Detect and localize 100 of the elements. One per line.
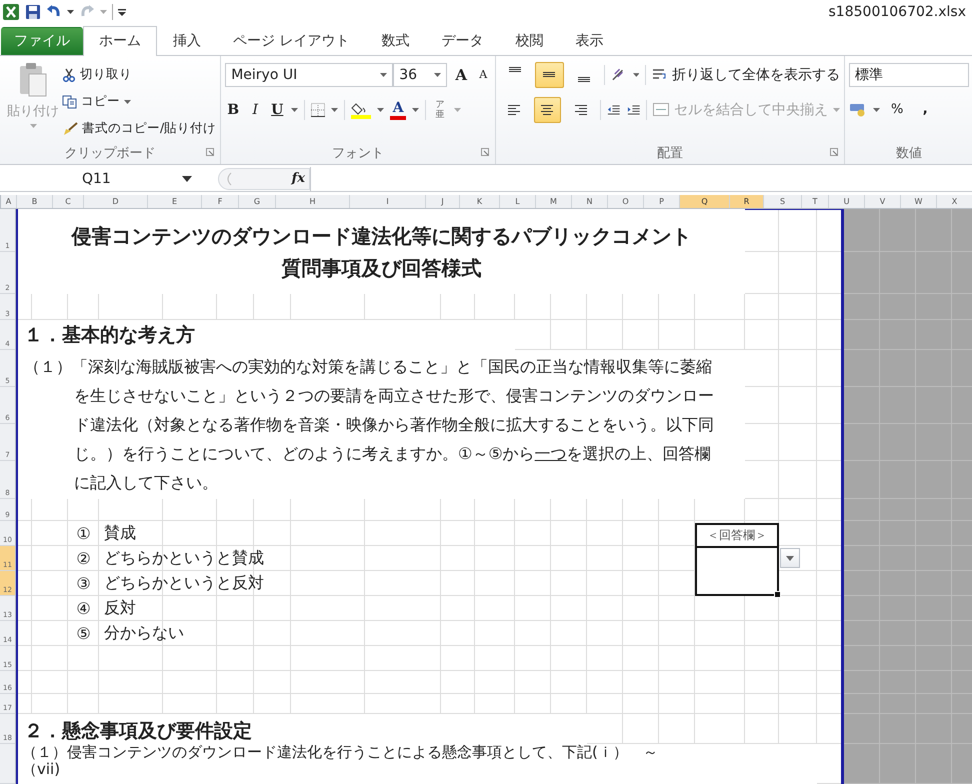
group-label: 数値 [896, 144, 922, 162]
merge-cells-icon [653, 103, 670, 116]
decrease-indent-icon[interactable] [607, 104, 621, 116]
dialog-launcher-icon[interactable] [481, 148, 490, 156]
column-header[interactable]: B [17, 195, 53, 208]
column-header[interactable]: S [764, 195, 802, 208]
column-header[interactable]: X [937, 195, 972, 208]
column-header[interactable]: E [148, 195, 202, 208]
fill-handle[interactable] [774, 591, 781, 598]
option-label: どちらかというと賛成 [103, 548, 265, 570]
font-color-button[interactable]: A [390, 100, 406, 120]
column-header[interactable]: V [865, 195, 901, 208]
phonetic-guide-button[interactable]: ア 亜 [432, 98, 448, 121]
ribbon-tab[interactable]: 表示 [559, 26, 620, 55]
caret-icon[interactable] [291, 108, 298, 112]
answer-cell[interactable] [695, 546, 779, 596]
section-heading: １．基本的な考え方 [18, 320, 515, 350]
column-header[interactable]: H [276, 195, 350, 208]
column-header[interactable]: G [239, 195, 276, 208]
ribbon-tab[interactable]: ページ レイアウト [217, 26, 366, 55]
column-header[interactable]: T [802, 195, 829, 208]
dialog-launcher-icon[interactable] [206, 148, 214, 156]
font-style-button[interactable]: B [225, 98, 242, 121]
column-header[interactable]: R [730, 195, 764, 208]
spreadsheet-app-icon[interactable] [2, 3, 20, 22]
dropdown-button[interactable] [780, 548, 800, 568]
grow-font-button[interactable]: A [453, 64, 470, 86]
ribbon-tab[interactable]: データ [425, 26, 500, 55]
fill-color-icon[interactable] [351, 100, 372, 119]
column-header[interactable]: U [829, 195, 865, 208]
clipboard-action-button[interactable]: 書式のコピー/貼り付け [62, 118, 216, 140]
column-header[interactable]: Q [680, 195, 730, 208]
caret-icon [786, 556, 794, 561]
column-header[interactable]: W [901, 195, 937, 208]
column-header[interactable]: K [460, 195, 500, 208]
comma-style-button[interactable]: , [914, 98, 936, 121]
shrink-font-button[interactable]: A [475, 64, 492, 86]
scissors-icon [62, 68, 76, 82]
font-name-dropdown[interactable]: Meiryo UI [225, 62, 394, 87]
caret-icon[interactable] [67, 10, 74, 14]
column-header[interactable]: M [536, 195, 572, 208]
caret-icon[interactable] [873, 108, 880, 112]
alignment-icon [540, 104, 554, 116]
option-number: ⑤ [76, 624, 91, 644]
caret-icon[interactable] [331, 108, 338, 112]
group-label: クリップボード [64, 144, 156, 162]
ribbon-tab[interactable]: ホーム [83, 26, 157, 56]
column-header[interactable]: F [202, 195, 239, 208]
clipboard-action-button[interactable]: コピー [62, 90, 216, 113]
group-label: フォント [332, 144, 384, 162]
percent-style-button[interactable]: % [886, 98, 908, 121]
window-title: s18500106702.xlsx [828, 4, 966, 20]
column-header[interactable]: I [350, 195, 426, 208]
align-center-button[interactable] [534, 96, 561, 123]
caret-icon[interactable] [377, 108, 384, 112]
alignment-icon [506, 104, 521, 116]
save-icon[interactable] [25, 4, 41, 20]
column-header[interactable]: A [1, 195, 17, 208]
clipboard-action-button[interactable]: 切り取り [62, 64, 216, 86]
alignment-icon [508, 67, 522, 72]
ribbon-tab[interactable]: 校閲 [499, 26, 560, 55]
increase-indent-icon[interactable] [626, 104, 640, 116]
copy-icon [62, 94, 77, 109]
section-heading: ２．懸念事項及び要件設定 [18, 714, 587, 744]
border-icon[interactable] [311, 102, 326, 117]
paintbrush-icon [62, 122, 78, 136]
caret-icon[interactable] [412, 108, 420, 112]
number-format-dropdown[interactable]: 標準 [849, 62, 970, 87]
column-header[interactable]: L [500, 195, 536, 208]
font-style-button[interactable]: I [247, 98, 264, 121]
wrap-text-button[interactable]: 折り返して全体を表示する [652, 66, 840, 84]
ribbon-tab[interactable]: 数式 [365, 26, 426, 55]
option-label: 反対 [103, 598, 137, 620]
alignment-icon [577, 77, 592, 82]
caret-icon [30, 124, 36, 128]
column-header[interactable]: D [84, 195, 148, 208]
sheet-title: 侵害コンテンツのダウンロード違法化等に関するパブリックコメント 質問事項及び回答様式 [18, 209, 745, 294]
caret-icon [182, 176, 192, 182]
insert-function-button[interactable]: fx [292, 171, 305, 186]
option-number: ② [76, 549, 91, 568]
question-text: （１）「深刻な海賊版被害への実効的な対策を講じること」と「国民の正当な情報収集等に萎縮を生じさせないこと」という２つの要請を両立させた形で、侵害コンテンツのダウンロード違法化（対象となる著作物を音楽・映像から著作物全般に拡大することをいう。以下同じ。）を行うことについて、どのように考えますか。①～⑤から一つを選択の上、回答欄に記入して下さい。 [18, 350, 745, 500]
currency-icon[interactable] [849, 102, 868, 118]
column-header[interactable]: J [426, 195, 460, 208]
caret-icon[interactable] [632, 72, 640, 77]
dialog-launcher-icon[interactable] [830, 148, 838, 156]
caret-icon [380, 72, 388, 77]
option-label: 賛成 [103, 523, 137, 544]
column-header[interactable]: C [53, 195, 84, 208]
column-header[interactable]: N [572, 195, 608, 208]
font-style-button[interactable]: U [269, 98, 286, 121]
caret-icon [833, 108, 840, 112]
align-middle-button[interactable] [534, 62, 564, 88]
font-size-dropdown[interactable]: 36 [393, 62, 448, 87]
ribbon-tab[interactable]: ファイル [1, 26, 83, 55]
question-text: （１）侵害コンテンツのダウンロード違法化を行うことによる懸念事項として、下記(ｉ） ～ （vii) [18, 744, 817, 784]
option-number: ③ [76, 574, 91, 594]
customize-menu-icon[interactable] [118, 8, 126, 16]
column-header[interactable]: O [608, 195, 644, 208]
name-box[interactable]: Q11 [0, 168, 198, 190]
ribbon-tab[interactable]: 挿入 [157, 26, 217, 55]
